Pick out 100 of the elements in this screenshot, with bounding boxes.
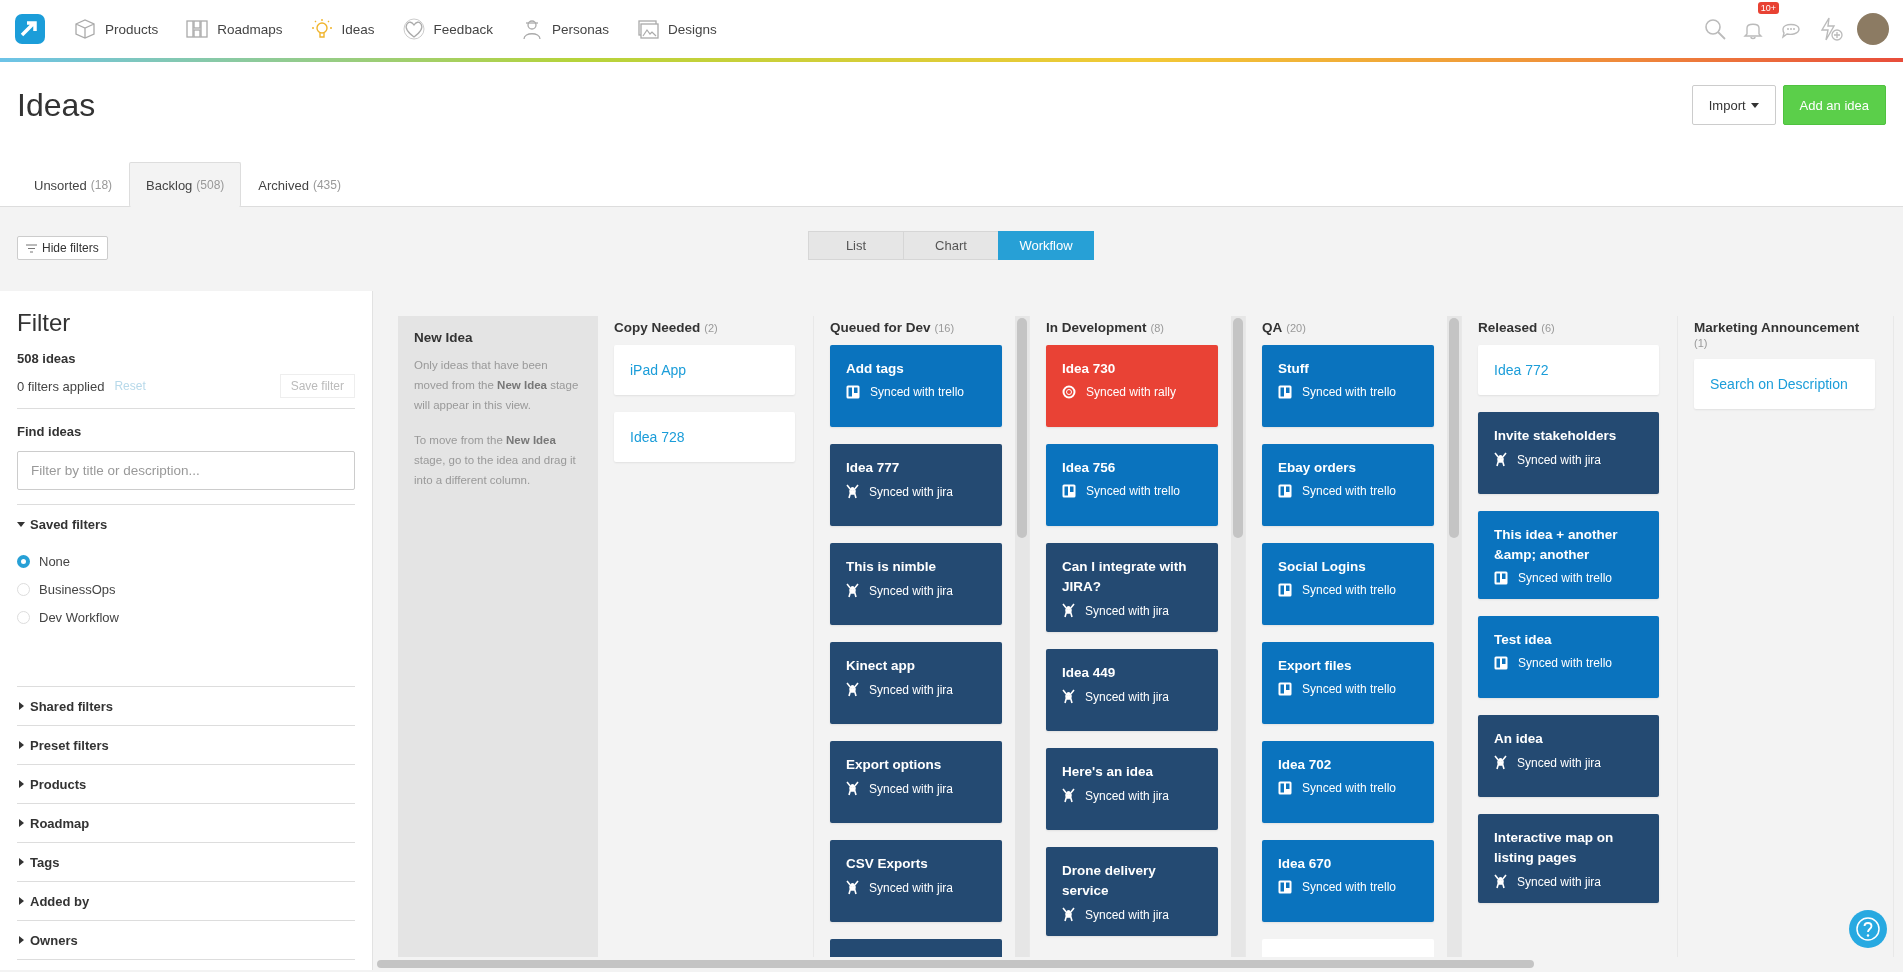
filter-section-toggle[interactable]: Owners bbox=[17, 920, 355, 960]
column-count: (2) bbox=[704, 322, 718, 334]
radio-button[interactable] bbox=[17, 554, 30, 568]
jira-figure-icon bbox=[1494, 452, 1507, 467]
caret-right-icon bbox=[17, 819, 25, 827]
column-scrollbar[interactable] bbox=[1231, 316, 1245, 957]
column-title: QA bbox=[1262, 320, 1283, 335]
idea-card[interactable]: Idea 449 Synced with jira bbox=[1046, 649, 1218, 731]
idea-card[interactable]: This is nimble Synced with jira bbox=[830, 543, 1002, 625]
idea-card[interactable]: Export options Synced with jira bbox=[830, 741, 1002, 823]
trello-icon bbox=[1278, 682, 1292, 696]
nav-link[interactable]: Roadmaps bbox=[185, 17, 283, 41]
rally-ring-icon bbox=[1062, 385, 1076, 399]
sync-status: Synced with rally bbox=[1086, 385, 1177, 399]
idea-card[interactable]: Idea 702 Synced with trello bbox=[1262, 741, 1434, 823]
radio-label: None bbox=[39, 553, 71, 569]
idea-card[interactable]: Export files Synced with trello bbox=[1262, 642, 1434, 724]
column-title: Marketing Announcement bbox=[1694, 320, 1860, 335]
search-icon[interactable] bbox=[1703, 17, 1727, 41]
caret-icon bbox=[1750, 102, 1759, 108]
caret-right-icon bbox=[17, 936, 25, 944]
column-count: (8) bbox=[1150, 322, 1164, 334]
nav-link[interactable]: Personas bbox=[519, 17, 609, 41]
trello-icon bbox=[1278, 484, 1292, 498]
idea-card[interactable]: This idea + another &amp; another Synced with trello bbox=[1478, 511, 1659, 599]
idea-card[interactable]: Idea 670 Synced with trello bbox=[1262, 840, 1434, 922]
card-title: This is nimble bbox=[846, 558, 938, 576]
logo-icon[interactable] bbox=[14, 13, 46, 45]
idea-card[interactable]: Kinect app Synced with jira bbox=[830, 642, 1002, 724]
column-title: Copy Needed bbox=[614, 320, 701, 335]
filter-heading: Filter bbox=[17, 309, 72, 337]
idea-card[interactable]: Drone delivery service Synced with jira bbox=[1046, 847, 1218, 936]
card-title: Export options bbox=[846, 756, 943, 774]
trello-icon bbox=[1494, 571, 1508, 585]
nav-link[interactable]: Products bbox=[73, 17, 159, 41]
import-button[interactable]: Import bbox=[1691, 85, 1776, 125]
jira-figure-icon bbox=[846, 682, 859, 697]
filter-section-toggle[interactable]: Preset filters bbox=[17, 725, 355, 764]
column-scrollbar[interactable] bbox=[1447, 316, 1461, 957]
column-count: (6) bbox=[1541, 322, 1555, 334]
card-title: Idea 772 bbox=[1494, 361, 1550, 380]
idea-card[interactable]: Test idea Synced with trello bbox=[1478, 616, 1659, 698]
column-title: New Idea bbox=[414, 330, 474, 345]
sync-status: Synced with jira bbox=[869, 880, 954, 895]
trello-icon bbox=[1278, 583, 1292, 597]
tab[interactable]: Archived (435) bbox=[241, 162, 358, 207]
sync-status: Synced with jira bbox=[1517, 755, 1602, 770]
saved-filters-toggle[interactable]: Saved filters bbox=[17, 504, 355, 543]
nav-link[interactable]: Ideas bbox=[309, 17, 375, 41]
search-field[interactable]: Filter by title or description... bbox=[17, 451, 355, 490]
idea-card[interactable]: An idea Synced with jira bbox=[1478, 715, 1659, 797]
horizontal-scrollbar[interactable] bbox=[377, 960, 1534, 968]
tab[interactable]: Backlog (508) bbox=[129, 162, 242, 207]
card-title: Idea 670 bbox=[1278, 855, 1333, 873]
radio-label: Dev Workflow bbox=[39, 609, 119, 625]
filter-section-toggle[interactable]: Shared filters bbox=[17, 686, 355, 725]
jira-figure-icon bbox=[846, 583, 859, 598]
card-title: Social Logins bbox=[1278, 558, 1367, 576]
jira-figure-icon bbox=[1062, 907, 1075, 922]
card-title: Interactive map on listing pages bbox=[1494, 829, 1615, 867]
heart-bubble-icon bbox=[401, 17, 426, 41]
jira-figure-icon bbox=[846, 781, 859, 796]
sync-status: Synced with jira bbox=[1517, 874, 1602, 889]
idea-card[interactable]: Interactive map on listing pages Synced with jira bbox=[1478, 814, 1659, 903]
avatar[interactable] bbox=[1857, 13, 1889, 45]
jira-figure-icon bbox=[1062, 603, 1075, 618]
idea-card[interactable]: CSV Exports Synced with jira bbox=[830, 840, 1002, 922]
filter-section-toggle[interactable]: Products bbox=[17, 764, 355, 803]
idea-card[interactable]: Here's an idea Synced with jira bbox=[1046, 748, 1218, 830]
idea-card[interactable]: Ebay orders Synced with trello bbox=[1262, 444, 1434, 526]
tab[interactable]: Unsorted (18) bbox=[17, 162, 130, 207]
idea-card[interactable]: Idea 777 Synced with jira bbox=[830, 444, 1002, 526]
idea-card[interactable]: Invite stakeholders Synced with jira bbox=[1478, 412, 1659, 494]
filter-section-toggle[interactable]: Added by bbox=[17, 881, 355, 920]
idea-card[interactable]: Social Logins Synced with trello bbox=[1262, 543, 1434, 625]
jira-figure-icon bbox=[1062, 689, 1075, 704]
idea-card[interactable]: Stuff Synced with trello bbox=[1262, 345, 1434, 427]
help-button[interactable] bbox=[1849, 910, 1887, 948]
card-title: Can I integrate with JIRA? bbox=[1062, 558, 1188, 596]
view-toggle[interactable]: List bbox=[808, 231, 904, 260]
card-title: Idea 449 bbox=[1062, 664, 1117, 682]
idea-card[interactable]: Can I integrate with JIRA? Synced with jira bbox=[1046, 543, 1218, 632]
card-title: Idea 756 bbox=[1062, 459, 1117, 477]
filter-section-toggle[interactable]: Tags bbox=[17, 842, 355, 881]
column-count: (16) bbox=[934, 322, 955, 334]
filter-section-toggle[interactable]: Roadmap bbox=[17, 803, 355, 842]
sync-status: Synced with jira bbox=[1085, 689, 1170, 704]
nav-link[interactable]: Designs bbox=[635, 17, 717, 41]
idea-card[interactable]: Idea 730 Synced with rally bbox=[1046, 345, 1218, 427]
hide-filters-button[interactable]: Hide filters bbox=[17, 236, 108, 260]
column-title: In Development bbox=[1046, 320, 1147, 335]
card-title: Idea 728 bbox=[630, 428, 686, 447]
card-title: Idea 702 bbox=[1278, 756, 1333, 774]
card-title: Here's an idea bbox=[1062, 763, 1154, 781]
view-toggle[interactable]: Chart bbox=[903, 231, 999, 260]
idea-card[interactable]: Add tags Synced with trello bbox=[830, 345, 1002, 427]
idea-card[interactable]: Idea 756 Synced with trello bbox=[1046, 444, 1218, 526]
column-scrollbar[interactable] bbox=[1015, 316, 1029, 957]
sync-status: Synced with trello bbox=[1302, 682, 1397, 696]
nav-link[interactable]: Feedback bbox=[401, 17, 493, 41]
